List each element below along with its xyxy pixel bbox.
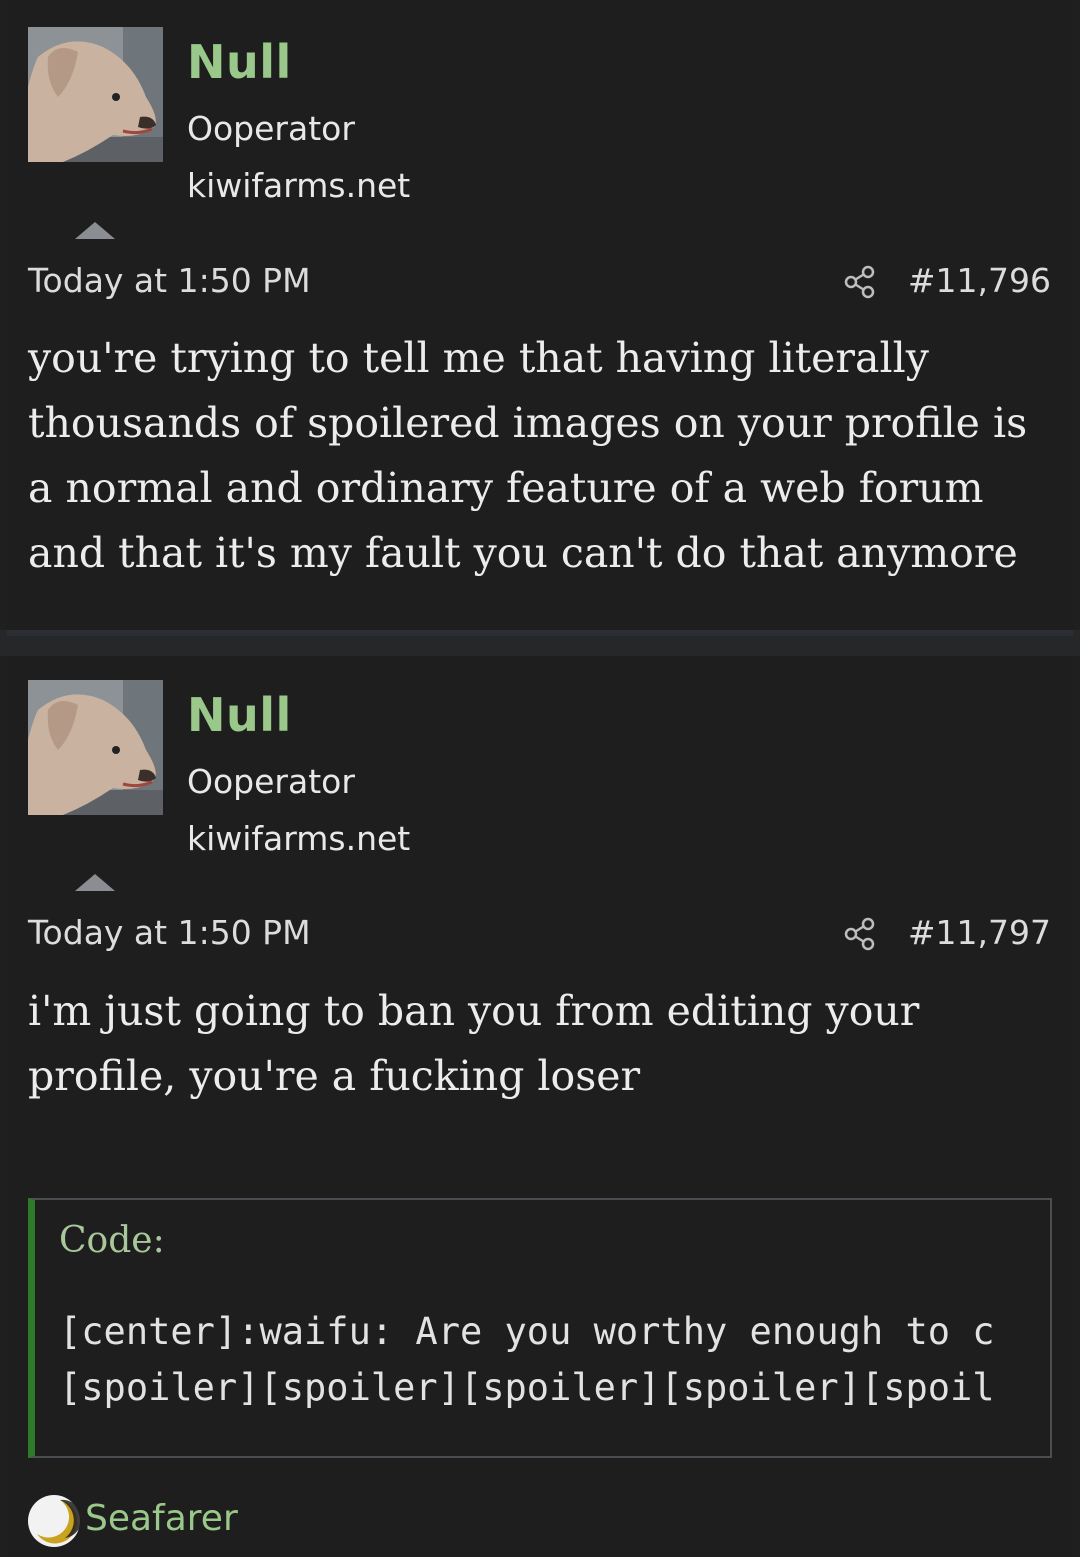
code-line: [spoiler][spoiler][spoiler][spoiler][spo… — [59, 1366, 995, 1409]
post-11797: Null Ooperator kiwifarms.net Today at 1:… — [7, 656, 1073, 1557]
post-divider — [0, 630, 1080, 656]
reaction-user-name[interactable]: Seafarer — [85, 1498, 238, 1539]
user-title: Ooperator — [187, 109, 355, 148]
post-body-line: profile, you're a fucking loser — [28, 1052, 641, 1100]
avatar[interactable] — [28, 680, 163, 815]
post-body-line: i'm just going to ban you from editing y… — [28, 987, 920, 1035]
user-banner: kiwifarms.net — [187, 166, 411, 205]
post-timestamp[interactable]: Today at 1:50 PM — [28, 913, 311, 952]
code-block[interactable]: Code: [center]:waifu: Are you worthy eno… — [28, 1198, 1052, 1458]
post-timestamp[interactable]: Today at 1:50 PM — [28, 261, 311, 300]
code-block-title: Code: — [59, 1220, 165, 1261]
post-body-line: thousands of spoilered images on your pr… — [28, 399, 1028, 447]
post-body-line: and that it's my fault you can't do that… — [28, 529, 1018, 577]
user-banner: kiwifarms.net — [187, 819, 411, 858]
post-number-link[interactable]: #11,796 — [908, 261, 1051, 300]
user-title: Ooperator — [187, 762, 355, 801]
code-line: [center]:waifu: Are you worthy enough to… — [59, 1310, 995, 1353]
collapse-caret-icon[interactable] — [75, 222, 115, 239]
share-icon[interactable] — [843, 265, 877, 299]
dog-avatar-image — [28, 680, 163, 815]
post-number-link[interactable]: #11,797 — [908, 913, 1051, 952]
share-icon[interactable] — [843, 917, 877, 951]
post-body: i'm just going to ban you from editing y… — [28, 979, 1058, 1109]
collapse-caret-icon[interactable] — [75, 874, 115, 891]
post-11796: Null Ooperator kiwifarms.net Today at 1:… — [7, 0, 1073, 630]
username[interactable]: Null — [187, 35, 292, 89]
avatar[interactable] — [28, 27, 163, 162]
post-body-line: you're trying to tell me that having lit… — [28, 334, 929, 382]
moon-icon — [28, 1495, 81, 1547]
dog-avatar-image — [28, 27, 163, 162]
post-body: you're trying to tell me that having lit… — [28, 326, 1058, 586]
post-body-line: a normal and ordinary feature of a web f… — [28, 464, 984, 512]
username[interactable]: Null — [187, 688, 292, 742]
